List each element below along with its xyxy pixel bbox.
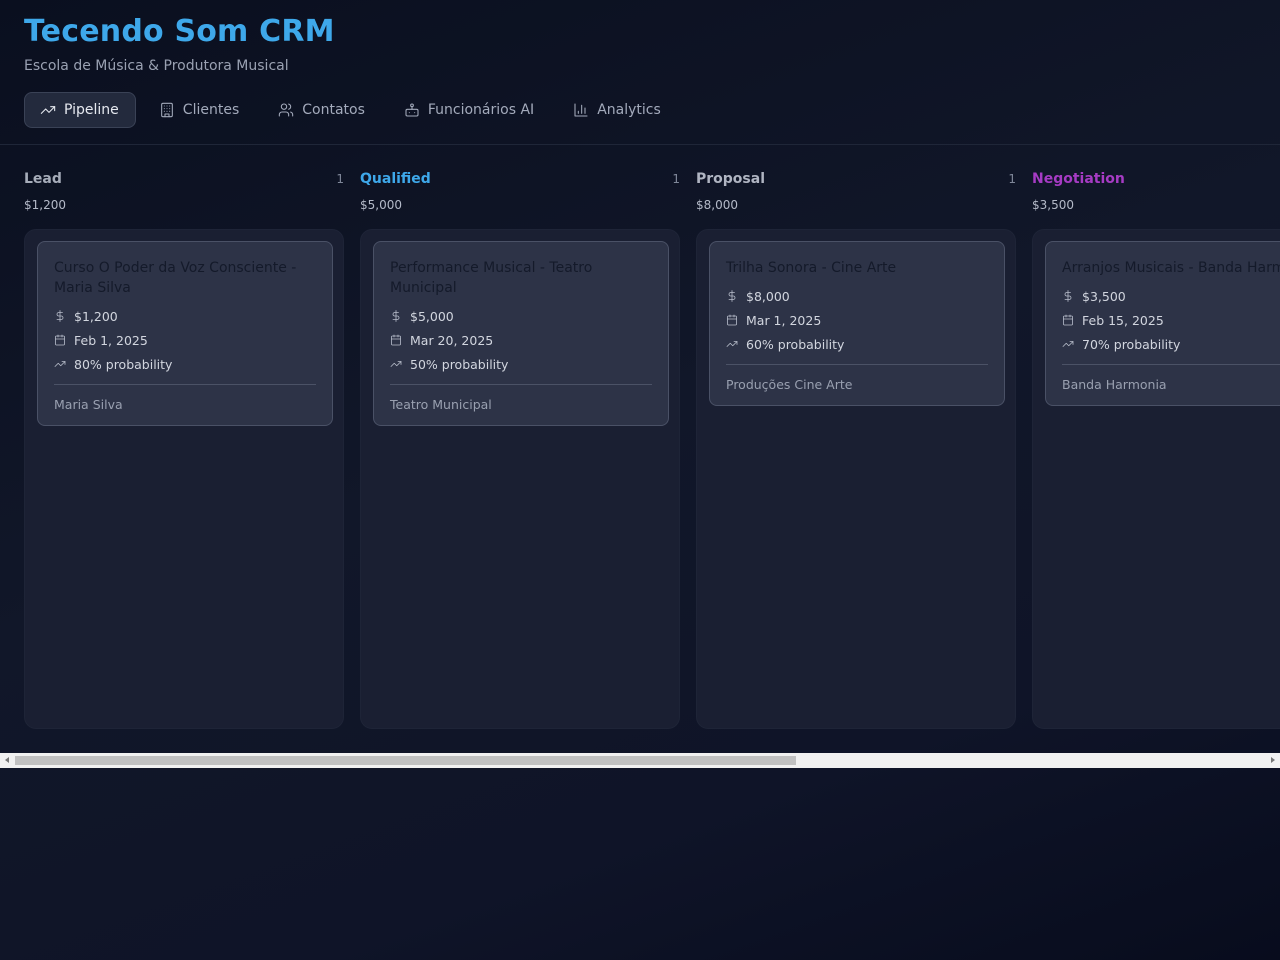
deal-probability-row: 80% probability [54,352,316,376]
trending-up-icon [1062,338,1074,350]
tab-label: Pipeline [64,102,119,118]
deal-probability-row: 60% probability [726,332,988,356]
calendar-icon [390,334,402,346]
dollar-icon [390,310,402,322]
column-dropzone[interactable]: Trilha Sonora - Cine Arte $8,000 Mar 1, … [696,229,1016,729]
pipeline-board: Lead 1 $1,200 Curso O Poder da Voz Consc… [0,145,1280,753]
deal-date-row: Mar 20, 2025 [390,328,652,352]
deal-value: $1,200 [74,308,118,324]
trending-up-icon [390,358,402,370]
dollar-icon [54,310,66,322]
deal-date: Feb 15, 2025 [1082,312,1164,328]
tab-label: Funcionários AI [427,102,535,118]
deal-value: $3,500 [1082,288,1126,304]
trending-up-icon [54,358,66,370]
deal-company: Produções Cine Arte [726,377,853,392]
deal-probability: 60% probability [746,336,845,352]
tab-clientes[interactable]: Clientes [144,92,255,128]
tab-label: Contatos [302,102,365,118]
deal-value-row: $5,000 [390,304,652,328]
bar-chart-icon [573,102,589,118]
column-qualified: Qualified 1 $5,000 Performance Musical -… [360,145,680,729]
column-dropzone[interactable]: Performance Musical - Teatro Municipal $… [360,229,680,729]
deal-date-row: Mar 1, 2025 [726,308,988,332]
column-negotiation: Negotiation 1 $3,500 Arranjos Musicais -… [1032,145,1280,729]
trending-up-icon [726,338,738,350]
column-proposal: Proposal 1 $8,000 Trilha Sonora - Cine A… [696,145,1016,729]
deal-probability: 70% probability [1082,336,1181,352]
calendar-icon [54,334,66,346]
tab-funcionarios-ai[interactable]: Funcionários AI [389,92,550,128]
users-icon [278,102,294,118]
app-title: Tecendo Som CRM [24,14,335,49]
column-total: $1,200 [24,198,66,212]
deal-date-row: Feb 15, 2025 [1062,308,1280,332]
deal-value-row: $1,200 [54,304,316,328]
calendar-icon [726,314,738,326]
column-header: Proposal 1 [696,171,1016,191]
header: Tecendo Som CRM Escola de Música & Produ… [0,0,1280,145]
deal-title: Performance Musical - Teatro Municipal [390,260,593,296]
column-dropzone[interactable]: Curso O Poder da Voz Consciente - Maria … [24,229,344,729]
deal-title: Trilha Sonora - Cine Arte [726,260,897,276]
deal-card[interactable]: Arranjos Musicais - Banda Harmonia $3,50… [1045,241,1280,406]
tab-analytics[interactable]: Analytics [558,92,677,128]
deal-value: $8,000 [746,288,790,304]
trending-up-icon [40,102,56,118]
deal-company: Maria Silva [54,397,123,412]
column-name: Proposal [696,171,766,187]
horizontal-scrollbar[interactable] [0,753,1280,768]
tab-pipeline[interactable]: Pipeline [24,92,136,128]
column-count: 1 [672,172,680,186]
column-name: Qualified [360,171,431,187]
column-header: Lead 1 [24,171,344,191]
column-dropzone[interactable]: Arranjos Musicais - Banda Harmonia $3,50… [1032,229,1280,729]
dollar-icon [1062,290,1074,302]
tab-label: Clientes [182,102,240,118]
column-total: $5,000 [360,198,402,212]
column-lead: Lead 1 $1,200 Curso O Poder da Voz Consc… [24,145,344,729]
deal-card[interactable]: Trilha Sonora - Cine Arte $8,000 Mar 1, … [709,241,1005,406]
tab-label: Analytics [597,102,661,118]
deal-value: $5,000 [410,308,454,324]
deal-title: Curso O Poder da Voz Consciente - Maria … [54,260,297,296]
deal-card[interactable]: Curso O Poder da Voz Consciente - Maria … [37,241,333,426]
deal-probability-row: 70% probability [1062,332,1280,356]
tab-contatos[interactable]: Contatos [263,92,381,128]
column-header: Qualified 1 [360,171,680,191]
column-total: $3,500 [1032,198,1074,212]
deal-probability-row: 50% probability [390,352,652,376]
deal-value-row: $8,000 [726,284,988,308]
scrollbar-thumb[interactable] [15,756,796,765]
deal-probability: 80% probability [74,356,173,372]
column-total: $8,000 [696,198,738,212]
deal-date: Mar 1, 2025 [746,312,822,328]
deal-date: Mar 20, 2025 [410,332,494,348]
deal-title: Arranjos Musicais - Banda Harmonia [1062,260,1280,276]
deal-company: Banda Harmonia [1062,377,1167,392]
dollar-icon [726,290,738,302]
app-subtitle: Escola de Música & Produtora Musical [24,58,289,74]
column-header: Negotiation 1 [1032,171,1280,191]
deal-probability: 50% probability [410,356,509,372]
deal-card[interactable]: Performance Musical - Teatro Municipal $… [373,241,669,426]
deal-date: Feb 1, 2025 [74,332,148,348]
nav-tabs: Pipeline Clientes Contatos Funcionários … [24,92,685,128]
column-name: Lead [24,171,62,187]
deal-value-row: $3,500 [1062,284,1280,308]
bot-icon [404,102,420,118]
scroll-left-arrow[interactable] [0,753,15,768]
column-count: 1 [336,172,344,186]
deal-company: Teatro Municipal [390,397,492,412]
scroll-right-arrow[interactable] [1265,753,1280,768]
column-name: Negotiation [1032,171,1125,187]
calendar-icon [1062,314,1074,326]
building-icon [159,102,175,118]
deal-date-row: Feb 1, 2025 [54,328,316,352]
app-root: Tecendo Som CRM Escola de Música & Produ… [0,0,1280,960]
column-count: 1 [1008,172,1016,186]
